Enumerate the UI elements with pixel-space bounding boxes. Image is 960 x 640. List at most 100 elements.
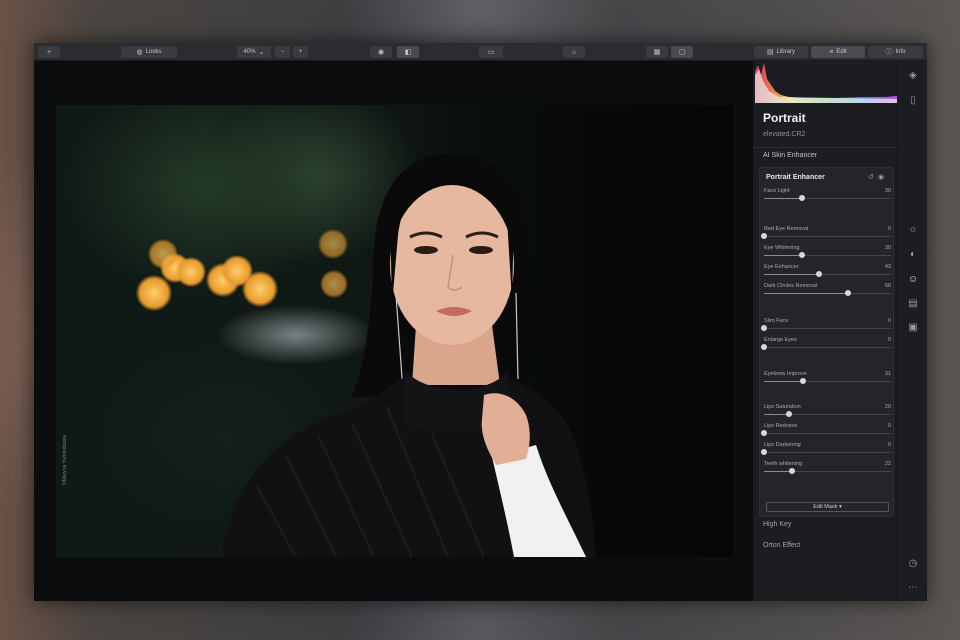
edit-label: Edit	[836, 49, 847, 55]
compare-icon[interactable]: ▯	[906, 94, 920, 108]
slider-value: 30	[884, 188, 891, 194]
slider-track[interactable]	[764, 236, 891, 237]
crop-button[interactable]: ▭	[479, 46, 503, 58]
slider-knob[interactable]	[799, 252, 806, 258]
slider-fill	[764, 471, 792, 472]
library-label: Library	[776, 49, 795, 55]
crop-icon: ▭	[487, 48, 495, 56]
slider-fill	[764, 381, 804, 382]
slider-track[interactable]	[764, 452, 891, 453]
info-icon: ⓘ	[885, 48, 893, 56]
tab-info[interactable]: ⓘ Info	[868, 46, 923, 58]
slider-lips-saturation[interactable]: Lips Saturation 20	[764, 404, 891, 420]
high-key-section[interactable]: High Key	[763, 521, 791, 528]
slider-value: 0	[887, 318, 891, 324]
eye-icon: ◉	[377, 48, 385, 56]
briefcase-icon[interactable]: ▣	[906, 321, 920, 335]
enhancer-title: Portrait Enhancer	[766, 174, 825, 181]
looks-button[interactable]: ◍ Looks	[121, 46, 177, 58]
toolbar: + ◍ Looks 40% ⌄ − + ◉ ◧ ▭ ⌂ ▦ ▢ ▤ Library ≡…	[34, 43, 927, 61]
slider-knob[interactable]	[786, 411, 793, 417]
drop-icon: ⌂	[571, 48, 577, 56]
share-button[interactable]: ⌂	[563, 46, 585, 58]
history-icon[interactable]: ◷	[906, 557, 920, 571]
file-name: elevated.CR2	[763, 131, 806, 138]
slider-enlarge-eyes[interactable]: Enlarge Eyes 0	[761, 337, 891, 353]
slider-knob[interactable]	[799, 195, 806, 201]
looks-label: Looks	[145, 49, 162, 55]
slider-knob[interactable]	[761, 430, 767, 436]
app-window: + ◍ Looks 40% ⌄ − + ◉ ◧ ▭ ⌂ ▦ ▢ ▤ Library ≡…	[34, 43, 927, 601]
portrait-enhancer-card: Portrait Enhancer ↺ ◉ Face Light 30 Red Ey…	[759, 167, 894, 517]
slider-eye-whitening[interactable]: Eye Whitening 30	[764, 245, 891, 261]
slider-label: Red Eye Removal	[764, 226, 809, 232]
tool-strip: ◈ ▯ ☼ ◐ ☺ ▤ ▣ ◷ ⋯	[897, 61, 927, 601]
slider-dark-circles-removal[interactable]: Dark Circles Removal 66	[764, 283, 891, 299]
slider-value: 66	[884, 283, 891, 289]
zoom-out-button[interactable]: −	[275, 46, 290, 58]
slider-value: 22	[884, 461, 891, 467]
zoom-value: 40%	[243, 49, 256, 55]
slider-knob[interactable]	[761, 449, 767, 455]
slider-lips-redness[interactable]: Lips Redness 0	[761, 423, 891, 439]
image-canvas[interactable]: ©Maryna Yurkevitsova	[34, 61, 753, 601]
slider-lips-darkening[interactable]: Lips Darkening 0	[761, 442, 891, 458]
slider-red-eye-removal[interactable]: Red Eye Removal 0	[761, 226, 891, 242]
library-icon: ▤	[767, 48, 774, 56]
zoom-select[interactable]: 40% ⌄	[237, 46, 271, 58]
plus-icon: +	[46, 48, 52, 56]
layers-icon[interactable]: ◈	[906, 69, 920, 83]
single-view-button[interactable]: ▢	[671, 46, 693, 58]
slider-knob[interactable]	[844, 290, 851, 296]
slider-eyebrow-improve[interactable]: Eyebrow Improve 31	[764, 371, 891, 387]
edit-mask-button[interactable]: Edit Mask ▾	[766, 502, 889, 512]
slider-value: 43	[884, 264, 891, 270]
slider-face-light[interactable]: Face Light 30	[764, 188, 891, 204]
sun-icon[interactable]: ☼	[906, 223, 920, 237]
orton-effect-section[interactable]: Orton Effect	[763, 542, 800, 549]
ai-skin-enhancer-section[interactable]: AI Skin Enhancer	[753, 147, 897, 163]
slider-knob[interactable]	[800, 378, 807, 384]
histogram	[755, 63, 897, 103]
visibility-eye-icon[interactable]: ◉	[878, 173, 884, 181]
reset-icon[interactable]: ↺	[868, 173, 874, 181]
zoom-in-button[interactable]: +	[293, 46, 308, 58]
palette-icon[interactable]: ◐	[906, 248, 920, 262]
slider-value: 31	[884, 371, 891, 377]
more-icon[interactable]: ⋯	[906, 581, 920, 595]
slider-label: Slim Face	[764, 318, 789, 324]
slider-label: Lips Darkening	[764, 442, 801, 448]
slider-knob[interactable]	[761, 344, 767, 350]
slider-label: Lips Redness	[764, 423, 798, 429]
slider-track[interactable]	[764, 347, 891, 348]
grid-view-button[interactable]: ▦	[646, 46, 668, 58]
slider-fill	[764, 293, 848, 294]
slider-value: 0	[887, 226, 891, 232]
slider-teeth-whitening[interactable]: Teeth whitening 22	[764, 461, 891, 477]
add-button[interactable]: +	[38, 46, 60, 58]
slider-slim-face[interactable]: Slim Face 0	[761, 318, 891, 334]
slider-knob[interactable]	[761, 233, 767, 239]
portrait-figure	[222, 154, 596, 557]
slider-value: 0	[887, 423, 891, 429]
slider-label: Enlarge Eyes	[764, 337, 797, 343]
slider-label: Eye Enhancer	[764, 264, 799, 270]
tab-library[interactable]: ▤ Library	[754, 46, 808, 58]
slider-fill	[764, 274, 819, 275]
slider-track[interactable]	[764, 328, 891, 329]
slider-eye-enhancer[interactable]: Eye Enhancer 43	[764, 264, 891, 280]
preview-eye-button[interactable]: ◉	[370, 46, 392, 58]
portrait-photo: ©Maryna Yurkevitsova	[56, 105, 733, 557]
compare-toggle-button[interactable]: ◧	[397, 46, 419, 58]
tab-edit[interactable]: ≡ Edit	[811, 46, 865, 58]
slider-value: 20	[884, 404, 891, 410]
slider-value: 0	[887, 337, 891, 343]
slider-knob[interactable]	[788, 468, 795, 474]
slider-knob[interactable]	[815, 271, 822, 277]
photo-watermark: ©Maryna Yurkevitsova	[62, 434, 68, 485]
slider-track[interactable]	[764, 433, 891, 434]
film-icon[interactable]: ▤	[906, 297, 920, 311]
slider-value: 0	[887, 442, 891, 448]
portrait-icon[interactable]: ☺	[906, 273, 920, 287]
slider-knob[interactable]	[761, 325, 767, 331]
